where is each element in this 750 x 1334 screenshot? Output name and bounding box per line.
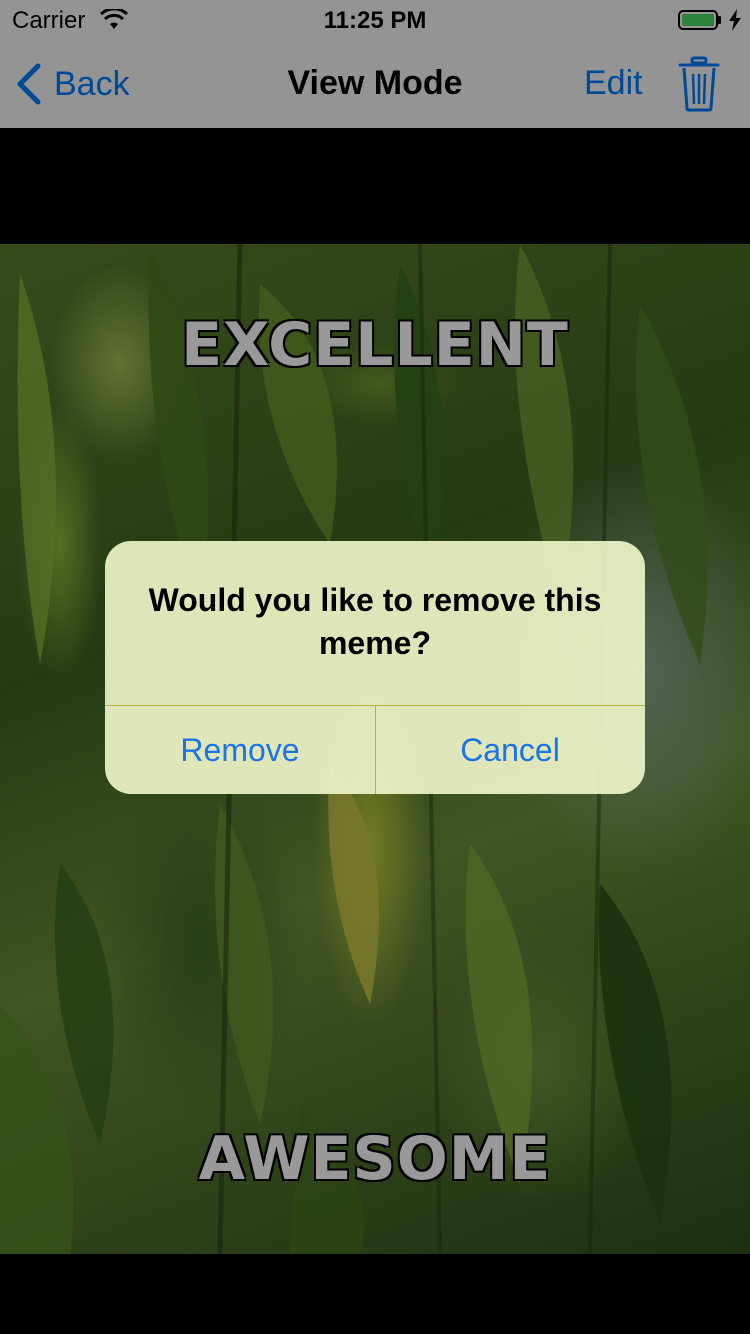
cancel-button[interactable]: Cancel — [375, 706, 645, 794]
remove-button[interactable]: Remove — [105, 706, 375, 794]
remove-meme-alert: Would you like to remove this meme? Remo… — [105, 541, 645, 794]
alert-message: Would you like to remove this meme? — [148, 582, 602, 661]
